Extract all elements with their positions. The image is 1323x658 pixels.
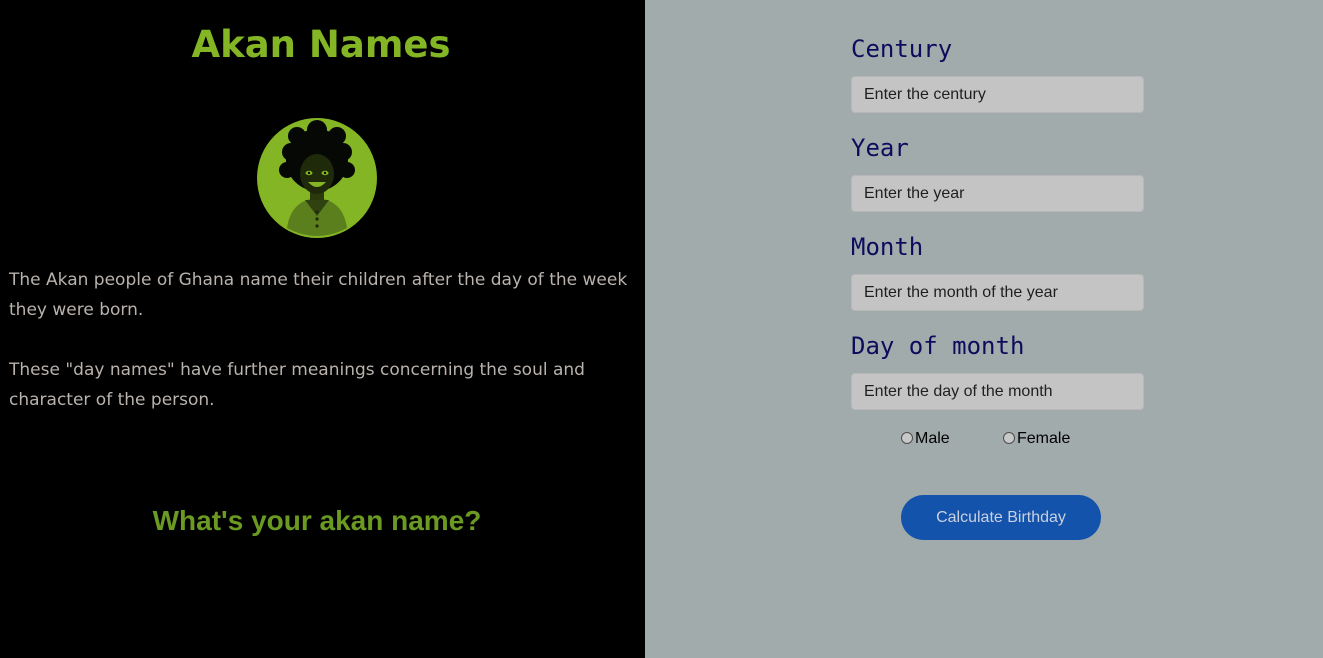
calculate-birthday-button[interactable]: Calculate Birthday [901,495,1101,540]
year-label: Year [851,134,909,162]
question-heading: What's your akan name? [152,505,482,536]
page-title: Akan Names [191,23,451,66]
day-label: Day of month [851,332,1025,360]
male-radio[interactable] [901,432,913,444]
female-radio[interactable] [1003,432,1015,444]
male-radio-label: Male [915,430,950,447]
intro-paragraph-1: The Akan people of Ghana name their chil… [9,270,628,320]
intro-paragraph-2: These "day names" have further meanings … [9,360,585,410]
avatar [257,118,377,238]
info-panel: Akan Names The Akan people of Ghana name… [0,0,645,658]
gender-option-female[interactable]: Female [1003,429,1070,449]
year-input[interactable] [851,175,1144,212]
century-label: Century [851,35,953,63]
gender-option-male[interactable]: Male [901,429,950,449]
month-label: Month [851,233,924,261]
intro-text: The Akan people of Ghana name their chil… [9,265,629,415]
day-input[interactable] [851,373,1144,410]
month-input[interactable] [851,274,1144,311]
century-input[interactable] [851,76,1144,113]
female-radio-label: Female [1017,430,1071,447]
